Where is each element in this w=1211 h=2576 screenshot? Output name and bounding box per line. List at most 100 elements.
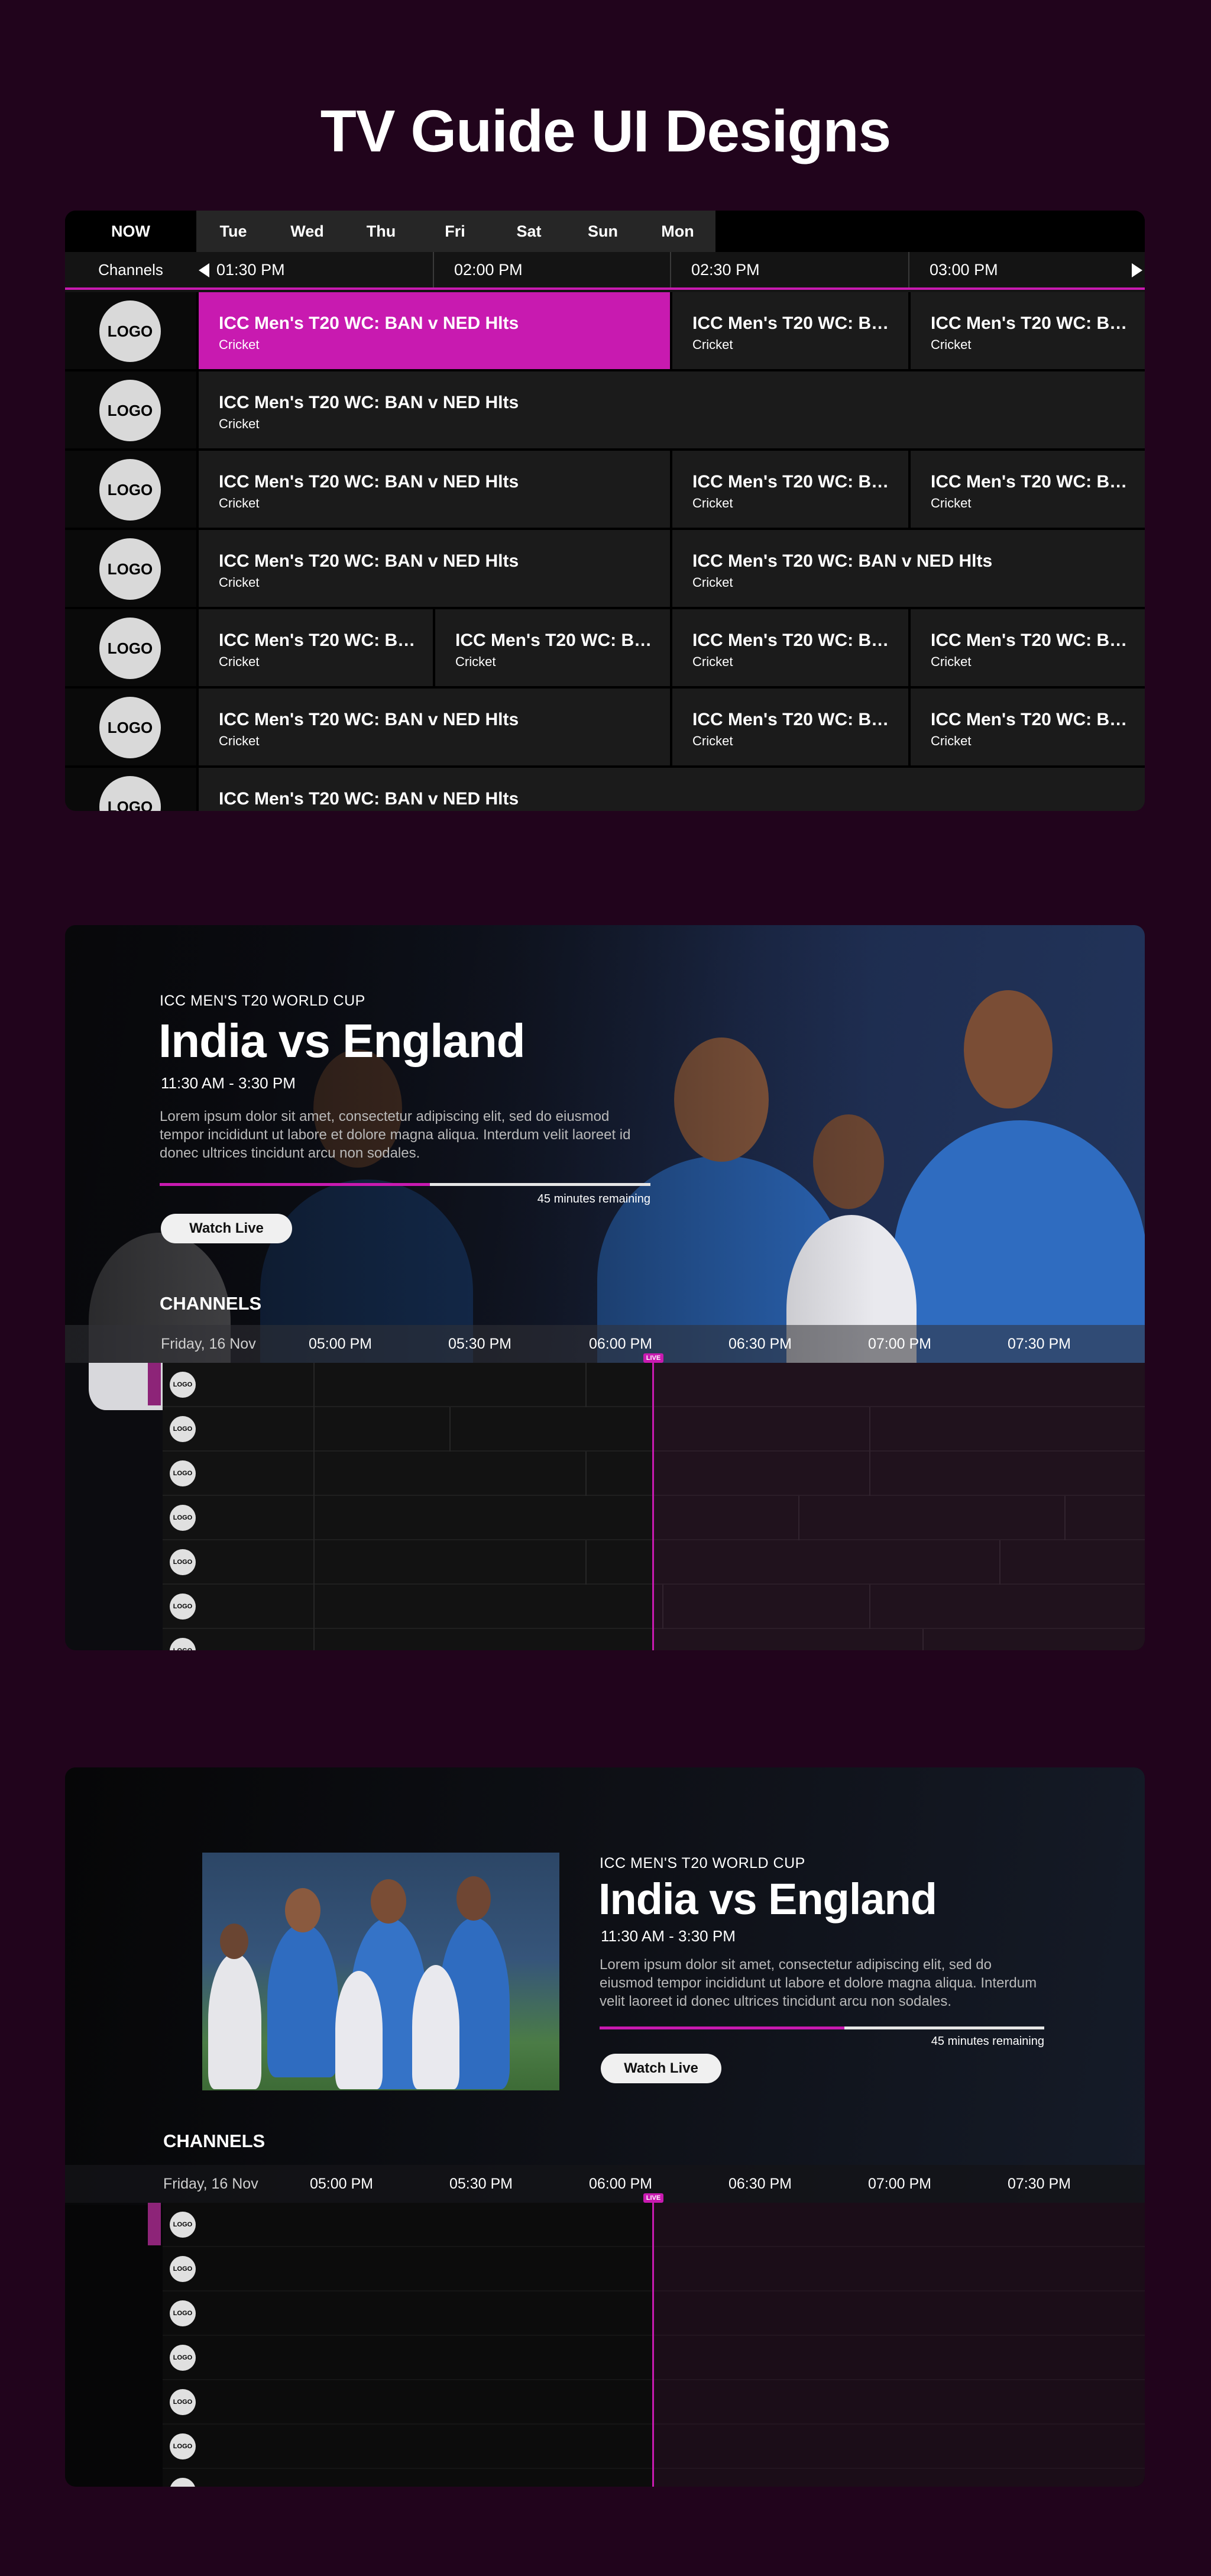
channel-logo[interactable]: LOGO (99, 697, 161, 758)
channel-logo[interactable]: LOGO (170, 2345, 196, 2371)
program-genre: Cricket (219, 654, 260, 669)
timeline-grid: LOGO LOGO LOGO LOGO LOGO LOGO LOGO LIVE (65, 2193, 1145, 2487)
timeline-time: 06:30 PM (728, 2176, 792, 2192)
channel-logo[interactable]: LOGO (99, 538, 161, 600)
watch-live-button[interactable]: Watch Live (601, 2054, 721, 2083)
program-title: ICC Men's T20 WC: BAN v NED Hlts (219, 472, 519, 492)
program-title: ICC Men's T20 WC: BAN v NED Hlts (219, 393, 519, 412)
event-category: ICC MEN'S T20 WORLD CUP (160, 993, 365, 1009)
time-remaining: 45 minutes remaining (537, 1192, 650, 1205)
event-description: Lorem ipsum dolor sit amet, consectetur … (600, 1957, 1037, 2009)
channel-row: LOGO ICC Men's T20 WC: BAN ... Cricket ICC … (65, 609, 1145, 689)
channel-logo[interactable]: LOGO (170, 2212, 196, 2238)
channel-logo[interactable]: LOGO (99, 618, 161, 679)
channel-logo[interactable]: LOGO (170, 1460, 196, 1486)
channels-title: CHANNELS (160, 1293, 262, 1314)
tab-thu[interactable]: Thu (344, 211, 418, 252)
event-title: India vs England (598, 1874, 937, 1924)
program-title: ICC Men's T20 WC: BAN ... (692, 472, 908, 492)
timeline-header: Friday, 16 Nov 05:00 PM 05:30 PM 06:00 P… (65, 2165, 1145, 2203)
program-cell[interactable]: ICC Men's T20 WC: BAN ... Cricket (433, 609, 670, 686)
program-cell[interactable]: ICC Men's T20 WC: BAN v NED Hlts Cricket (196, 530, 670, 607)
channel-logo[interactable]: LOGO (99, 380, 161, 441)
channel-logo[interactable]: LOGO (170, 1505, 196, 1531)
program-cell[interactable]: ICC Men's T20 WC: BAN ... Cricket (908, 689, 1145, 765)
tab-tue[interactable]: Tue (196, 211, 270, 252)
channels-title: CHANNELS (163, 2131, 265, 2151)
live-badge: LIVE (643, 1353, 663, 1363)
program-cell[interactable]: ICC Men's T20 WC: BAN v NED Hlts Cricket (196, 451, 670, 528)
selected-row-marker (148, 1363, 161, 1405)
channel-logo[interactable]: LOGO (170, 1416, 196, 1442)
channel-logo[interactable]: LOGO (170, 2300, 196, 2326)
tab-mon[interactable]: Mon (640, 211, 715, 252)
program-cell[interactable]: ICC Men's T20 WC: BAN v NED Hlts Cricket (670, 530, 1145, 607)
timeline-header: Friday, 16 Nov 05:00 PM 05:30 PM 06:00 P… (65, 1325, 1145, 1363)
channel-logo[interactable]: LOGO (170, 1594, 196, 1620)
channel-row: LOGO ICC Men's T20 WC: BAN v NED Hlts Cric… (65, 292, 1145, 371)
tab-sun[interactable]: Sun (566, 211, 640, 252)
channel-logo[interactable]: LOGO (170, 1372, 196, 1398)
channel-logo[interactable]: LOGO (170, 2433, 196, 2459)
program-genre: Cricket (931, 496, 972, 510)
program-genre: Cricket (219, 575, 260, 590)
future-region (653, 2203, 1145, 2487)
channel-logo-cell: LOGO (65, 530, 196, 607)
program-genre: Cricket (219, 496, 260, 510)
scroll-right-icon[interactable] (1132, 263, 1142, 277)
selected-row-marker (148, 2203, 161, 2245)
program-title: ICC Men's T20 WC: BAN v ... (692, 313, 908, 333)
program-cell[interactable]: ICC Men's T20 WC: BAN ... Cricket (670, 609, 908, 686)
program-cell[interactable]: ICC Men's T20 WC: BAN v NED Hlts (196, 768, 1145, 811)
channel-logo[interactable]: LOGO (99, 459, 161, 521)
program-cell[interactable]: ICC Men's T20 WC: BAN ... Cricket (908, 451, 1145, 528)
tab-wed[interactable]: Wed (270, 211, 344, 252)
tab-sat[interactable]: Sat (492, 211, 566, 252)
hero-panel-fullbleed: ICC MEN'S T20 WORLD CUP India vs England… (65, 925, 1145, 1650)
program-title: ICC Men's T20 WC: BAN v NED Hlts (219, 551, 519, 571)
channel-logo[interactable]: LOGO (99, 300, 161, 362)
channel-logo[interactable]: LOGO (170, 1638, 196, 1650)
watch-progress (600, 2026, 1044, 2029)
program-cell[interactable]: ICC Men's T20 WC: BAN ... Cricket (196, 609, 433, 686)
watch-live-button[interactable]: Watch Live (161, 1214, 292, 1243)
channel-logo[interactable]: LOGO (170, 2389, 196, 2415)
program-genre: Cricket (931, 733, 972, 748)
future-region (653, 1363, 1145, 1650)
tab-now[interactable]: NOW (65, 211, 196, 252)
timeline-time: 05:00 PM (310, 2176, 374, 2192)
time-slot: 02:00 PM (433, 252, 670, 287)
channel-logo[interactable]: LOGO (99, 776, 161, 811)
channel-logo-cell: LOGO (65, 689, 196, 765)
channel-row: LOGO ICC Men's T20 WC: BAN v NED Hlts Cric… (65, 689, 1145, 768)
program-genre: Cricket (692, 654, 733, 669)
channel-logo[interactable]: LOGO (170, 2478, 196, 2487)
program-title: ICC Men's T20 WC: BAN ... (931, 631, 1145, 650)
program-cell[interactable]: ICC Men's T20 WC: BAN ... Cricket (670, 451, 908, 528)
timeline-time: 06:00 PM (589, 1336, 653, 1352)
program-title: ICC Men's T20 WC: BAN v NED Hlts (219, 710, 519, 729)
program-genre: Cricket (219, 337, 260, 352)
time-slot: 02:30 PM (670, 252, 908, 287)
program-title: ICC Men's T20 WC: BAN ... (931, 710, 1145, 729)
program-cell[interactable]: ICC Men's T20 WC: BAN v NED Hlts Cricket (196, 371, 1145, 448)
timeline-time: 07:00 PM (868, 1336, 932, 1352)
channel-logo[interactable]: LOGO (170, 2256, 196, 2282)
watch-progress-fill (600, 2026, 844, 2029)
time-slot: 01:30 PM (216, 261, 285, 279)
program-title: ICC Men's T20 WC: BAN ... (692, 631, 908, 650)
program-genre: Cricket (219, 733, 260, 748)
program-title: ICC Men's T20 WC: BAN v NED Hlts (692, 551, 993, 571)
program-cell[interactable]: ICC Men's T20 WC: BAN ... Cricket (670, 689, 908, 765)
program-cell[interactable]: ICC Men's T20 WC: BAN ... Cricket (908, 609, 1145, 686)
channel-logo-cell: LOGO (65, 609, 196, 686)
program-cell[interactable]: ICC Men's T20 WC: BAN v NED Hlts Cricket (196, 292, 670, 369)
program-cell[interactable]: ICC Men's T20 WC: BAN v ... Cricket (908, 292, 1145, 369)
program-cell[interactable]: ICC Men's T20 WC: BAN v ... Cricket (670, 292, 908, 369)
channel-logo[interactable]: LOGO (170, 1549, 196, 1575)
program-cell[interactable]: ICC Men's T20 WC: BAN v NED Hlts Cricket (196, 689, 670, 765)
program-genre: Cricket (692, 733, 733, 748)
timeline-time: 07:30 PM (1008, 2176, 1071, 2192)
channels-label: Channels (98, 261, 163, 279)
tab-fri[interactable]: Fri (418, 211, 492, 252)
